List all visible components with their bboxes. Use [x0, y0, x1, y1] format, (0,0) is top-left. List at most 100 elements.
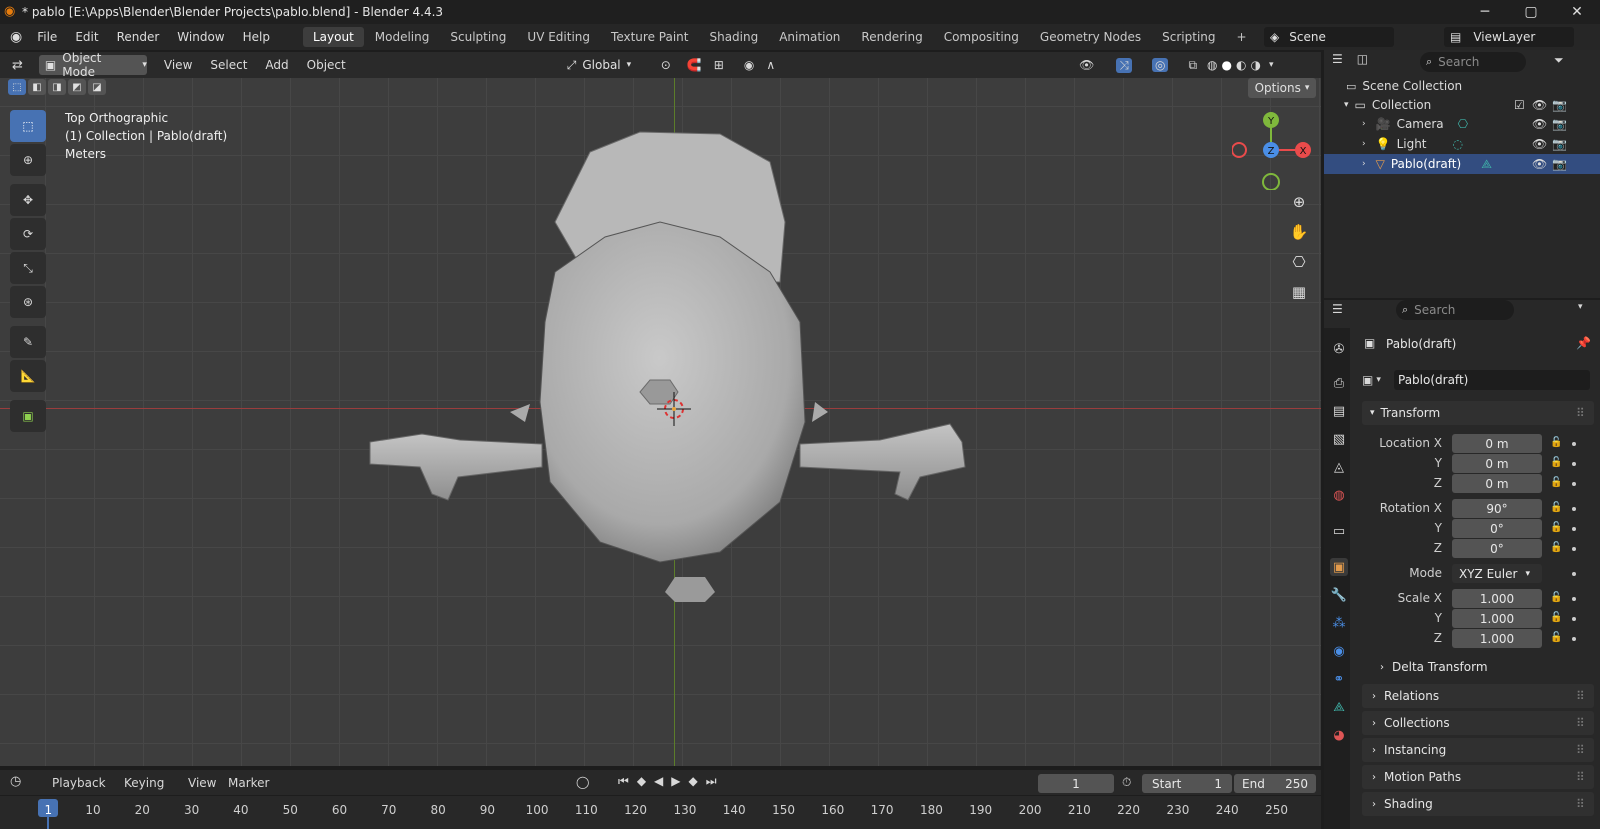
shading-section-header[interactable]: › Shading ⠿: [1362, 792, 1594, 816]
outliner-editor-icon[interactable]: ☰: [1332, 52, 1343, 66]
location-x-field[interactable]: 0 m: [1452, 434, 1542, 453]
viewport-menu-add[interactable]: Add: [256, 58, 297, 72]
properties-editor-icon[interactable]: ☰: [1332, 302, 1343, 316]
viewport-menu-view[interactable]: View: [155, 58, 201, 72]
auto-keying-icon[interactable]: ◯: [576, 775, 589, 789]
timeline-menu-marker[interactable]: Marker: [228, 776, 269, 790]
end-frame-field[interactable]: End 250: [1234, 774, 1316, 793]
light-data-icon[interactable]: ◌: [1453, 137, 1463, 151]
material-tab-icon[interactable]: ◕: [1330, 726, 1348, 744]
render-camera-icon[interactable]: 📷: [1552, 117, 1567, 131]
select-subtract-icon[interactable]: ◨: [48, 79, 66, 95]
play-reverse-icon[interactable]: ◀: [654, 774, 663, 789]
eye-icon[interactable]: 👁: [1532, 137, 1547, 151]
tab-modeling[interactable]: Modeling: [365, 27, 440, 47]
rotation-x-field[interactable]: 90°: [1452, 499, 1542, 518]
physics-tab-icon[interactable]: ◉: [1330, 642, 1348, 660]
output-tab-icon[interactable]: ▤: [1330, 402, 1348, 420]
tab-rendering[interactable]: Rendering: [851, 27, 932, 47]
annotate-tool[interactable]: ✎: [10, 326, 46, 358]
lock-icon[interactable]: 🔓: [1550, 632, 1562, 643]
viewport-menu-object[interactable]: Object: [298, 58, 355, 72]
add-workspace-icon[interactable]: +: [1227, 27, 1257, 47]
snap-target-icon[interactable]: ⊞: [714, 58, 724, 72]
lock-icon[interactable]: 🔓: [1550, 457, 1562, 468]
instancing-section-header[interactable]: › Instancing ⠿: [1362, 738, 1594, 762]
toggle-ortho-grid-icon[interactable]: ▦: [1283, 278, 1315, 306]
start-frame-field[interactable]: Start 1: [1142, 774, 1232, 793]
constraints-tab-icon[interactable]: ⚭: [1330, 670, 1348, 688]
tab-shading[interactable]: Shading: [699, 27, 768, 47]
material-shading-icon[interactable]: ◐: [1236, 58, 1246, 72]
delta-transform-subpanel[interactable]: › Delta Transform: [1380, 660, 1488, 674]
lock-icon[interactable]: 🔓: [1550, 612, 1562, 623]
lock-icon[interactable]: 🔓: [1550, 502, 1562, 513]
particles-tab-icon[interactable]: ⁂: [1330, 614, 1348, 632]
maximize-button[interactable]: ▢: [1508, 0, 1554, 24]
eye-icon[interactable]: 👁: [1532, 157, 1547, 171]
viewport-menu-select[interactable]: Select: [201, 58, 256, 72]
gizmo-toggle-icon[interactable]: ⤨: [1116, 57, 1132, 73]
zoom-icon[interactable]: ⊕: [1283, 188, 1315, 216]
keyframe-dot-icon[interactable]: [1572, 507, 1576, 511]
relations-section-header[interactable]: › Relations ⠿: [1362, 684, 1594, 708]
outliner-search[interactable]: ⌕ Search: [1420, 52, 1526, 72]
xray-icon[interactable]: ⧉: [1188, 58, 1197, 73]
keyframe-dot-icon[interactable]: [1572, 442, 1576, 446]
tab-texture-paint[interactable]: Texture Paint: [601, 27, 698, 47]
menu-help[interactable]: Help: [234, 30, 279, 44]
proportional-editing-icon[interactable]: ◉: [744, 58, 754, 72]
motion-paths-section-header[interactable]: › Motion Paths ⠿: [1362, 765, 1594, 789]
lock-icon[interactable]: 🔓: [1550, 542, 1562, 553]
drag-handle-icon[interactable]: ⠿: [1576, 743, 1585, 757]
measure-tool[interactable]: 📐: [10, 360, 46, 392]
mode-dropdown[interactable]: ▣ Object Mode ▾: [38, 51, 147, 79]
collection-tab-icon[interactable]: ▭: [1330, 522, 1348, 540]
solid-shading-icon[interactable]: ●: [1222, 58, 1232, 72]
tab-animation[interactable]: Animation: [769, 27, 850, 47]
keyframe-dot-icon[interactable]: [1572, 482, 1576, 486]
mesh-data-icon[interactable]: ⟁: [1481, 157, 1492, 172]
view-layer-selector[interactable]: ▤ ViewLayer: [1444, 27, 1574, 47]
view-layer-tab-icon[interactable]: ▧: [1330, 430, 1348, 448]
lock-icon[interactable]: 🔓: [1550, 437, 1562, 448]
timeline-menu-view[interactable]: View: [188, 776, 216, 790]
transform-tool[interactable]: ⊛: [10, 286, 46, 318]
jump-start-icon[interactable]: ⏮: [618, 774, 629, 789]
scene-tab-icon[interactable]: ◬: [1330, 458, 1348, 476]
outliner-row-camera[interactable]: › 🎥 Camera ⎔ 👁 📷: [1324, 114, 1600, 134]
chevron-right-icon[interactable]: ›: [1362, 139, 1366, 149]
select-invert-icon[interactable]: ◩: [68, 79, 86, 95]
scene-selector[interactable]: ◈ Scene: [1264, 27, 1394, 47]
drag-handle-icon[interactable]: ⠿: [1576, 716, 1585, 730]
drag-handle-icon[interactable]: ⠿: [1576, 406, 1585, 420]
play-icon[interactable]: ▶: [671, 774, 680, 789]
options-dropdown[interactable]: Options ▾: [1248, 78, 1316, 98]
eye-icon[interactable]: 👁: [1532, 117, 1547, 131]
current-frame-field[interactable]: 1: [1038, 774, 1114, 793]
data-tab-icon[interactable]: ⟁: [1330, 698, 1348, 716]
prev-keyframe-icon[interactable]: ◆: [637, 774, 646, 789]
collections-section-header[interactable]: › Collections ⠿: [1362, 711, 1594, 735]
scale-z-field[interactable]: 1.000: [1452, 629, 1542, 648]
location-y-field[interactable]: 0 m: [1452, 454, 1542, 473]
select-box-tool[interactable]: ⬚: [10, 110, 46, 142]
drag-handle-icon[interactable]: ⠿: [1576, 770, 1585, 784]
chevron-right-icon[interactable]: ›: [1362, 159, 1366, 169]
drag-handle-icon[interactable]: ⠿: [1576, 689, 1585, 703]
rotation-z-field[interactable]: 0°: [1452, 539, 1542, 558]
render-camera-icon[interactable]: 📷: [1552, 98, 1567, 112]
scale-y-field[interactable]: 1.000: [1452, 609, 1542, 628]
blender-menu-icon[interactable]: ◉: [10, 29, 22, 45]
falloff-icon[interactable]: ∧: [766, 58, 775, 72]
exclude-checkbox-icon[interactable]: ☑: [1514, 98, 1525, 112]
outliner-row-collection[interactable]: ▾ ▭ Collection ☑ 👁 📷: [1324, 95, 1600, 115]
use-preview-range-icon[interactable]: ⏱: [1122, 775, 1131, 790]
keyframe-dot-icon[interactable]: [1572, 462, 1576, 466]
object-type-dropdown[interactable]: ▣ ▾: [1362, 370, 1392, 390]
keyframe-dot-icon[interactable]: [1572, 547, 1576, 551]
navigation-gizmo[interactable]: Y X Z: [1232, 110, 1312, 190]
select-intersect-icon[interactable]: ◪: [88, 79, 106, 95]
render-tab-icon[interactable]: ⎙: [1330, 374, 1348, 392]
object-name-field[interactable]: Pablo(draft): [1394, 370, 1590, 390]
